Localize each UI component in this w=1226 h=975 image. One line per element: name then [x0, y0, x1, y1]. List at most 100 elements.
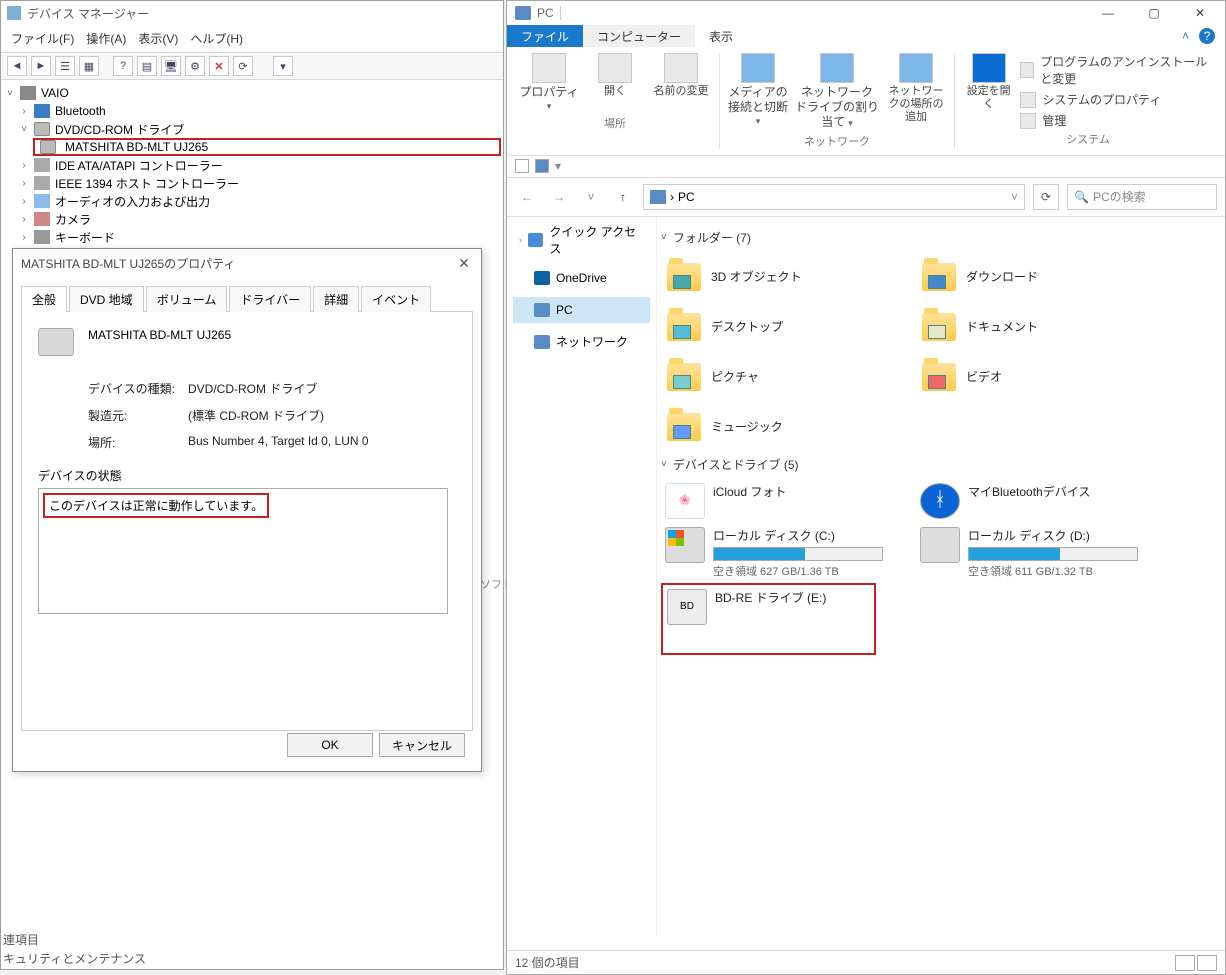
folder-item[interactable]: ダウンロード: [916, 252, 1171, 302]
ribbon-manage[interactable]: 管理: [1020, 112, 1213, 129]
drive-item[interactable]: BDBD-RE ドライブ (E:): [661, 583, 876, 655]
folder-item[interactable]: ドキュメント: [916, 302, 1171, 352]
ribbon-add-location[interactable]: ネットワークの場所の追加: [886, 53, 946, 131]
tree-item-1394[interactable]: › IEEE 1394 ホスト コントローラー: [17, 174, 501, 192]
chevron-right-icon[interactable]: ›: [17, 232, 31, 243]
chevron-right-icon[interactable]: ›: [17, 196, 31, 207]
tree-item-audio[interactable]: › オーディオの入力および出力: [17, 192, 501, 210]
tree-root-row[interactable]: ˅ VAIO: [3, 84, 501, 102]
search-input[interactable]: 🔍 PCの検索: [1067, 184, 1217, 210]
sidebar-item-pc[interactable]: PC: [513, 297, 650, 323]
folder-item[interactable]: 3D オブジェクト: [661, 252, 916, 302]
chevron-right-icon[interactable]: ›: [17, 178, 31, 189]
tree-item-matshita[interactable]: MATSHITA BD-MLT UJ265: [33, 138, 501, 156]
update-icon[interactable]: ⚙: [185, 56, 205, 76]
ribbon-sysprops[interactable]: システムのプロパティ: [1020, 91, 1213, 108]
close-icon[interactable]: ✕: [455, 254, 473, 272]
refresh-icon[interactable]: ⟳: [233, 56, 253, 76]
ribbon-settings[interactable]: 設定を開く: [963, 53, 1014, 111]
folder-item[interactable]: ミュージック: [661, 402, 916, 452]
qat-paste-icon[interactable]: [535, 159, 549, 173]
ribbon-properties[interactable]: プロパティ▾: [519, 53, 579, 113]
sidebar-item-quickaccess[interactable]: › クイック アクセス: [513, 227, 650, 253]
media-icon: [741, 53, 775, 83]
chevron-right-icon[interactable]: ›: [519, 235, 522, 245]
ribbon-media[interactable]: メディアの接続と切断 ▾: [728, 53, 788, 131]
tab-events[interactable]: イベント: [361, 286, 431, 312]
qat-dropdown-icon[interactable]: ▾: [555, 159, 561, 173]
tab-volume[interactable]: ボリューム: [146, 286, 228, 312]
drive-item[interactable]: ローカル ディスク (D:)空き領域 611 GB/1.32 TB: [916, 523, 1171, 583]
nav-back-icon[interactable]: ←: [515, 185, 539, 209]
help-icon[interactable]: ?: [113, 56, 133, 76]
tab-view[interactable]: 表示: [695, 25, 747, 47]
chevron-down-icon[interactable]: ˅: [17, 124, 31, 135]
tree-item-bluetooth[interactable]: › Bluetooth: [17, 102, 501, 120]
nav-up-icon[interactable]: ↑: [611, 185, 635, 209]
view-details-icon[interactable]: [1175, 955, 1195, 971]
tab-dvdregion[interactable]: DVD 地域: [69, 286, 144, 312]
chevron-down-icon[interactable]: ˅: [1011, 190, 1018, 204]
pd-titlebar: MATSHITA BD-MLT UJ265のプロパティ ✕: [13, 249, 481, 277]
ribbon-uninstall[interactable]: プログラムのアンインストールと変更: [1020, 53, 1213, 87]
tab-general[interactable]: 全般: [21, 286, 67, 312]
pd-tabs: 全般 DVD 地域 ボリューム ドライバー 詳細 イベント: [13, 285, 481, 311]
tree-item-ide[interactable]: › IDE ATA/ATAPI コントローラー: [17, 156, 501, 174]
drive-item[interactable]: 🌸iCloud フォト: [661, 479, 916, 523]
folder-item[interactable]: ピクチャ: [661, 352, 916, 402]
chevron-down-icon[interactable]: ˅: [3, 88, 17, 99]
properties-icon[interactable]: ▤: [137, 56, 157, 76]
address-bar[interactable]: › PC ˅: [643, 184, 1025, 210]
section-header-folders[interactable]: ˅ フォルダー (7): [661, 229, 1221, 246]
tree-item-keyboard[interactable]: › キーボード: [17, 228, 501, 246]
filter-icon[interactable]: ▾: [273, 56, 293, 76]
refresh-icon[interactable]: ⟳: [1033, 184, 1059, 210]
menu-help[interactable]: ヘルプ(H): [186, 28, 247, 49]
show-hide-icon[interactable]: ☰: [55, 56, 75, 76]
sidebar-item-network[interactable]: ネットワーク: [513, 329, 650, 355]
chevron-right-icon[interactable]: ›: [17, 106, 31, 117]
network-icon: [534, 335, 550, 349]
drive-item[interactable]: ローカル ディスク (C:)空き領域 627 GB/1.36 TB: [661, 523, 916, 583]
ribbon-open[interactable]: 開く: [585, 53, 645, 113]
folder-icon: [665, 360, 703, 394]
folder-label: ミュージック: [711, 418, 783, 435]
tab-computer[interactable]: コンピューター: [583, 25, 695, 47]
details-icon[interactable]: ▦: [79, 56, 99, 76]
back-icon[interactable]: ◄: [7, 56, 27, 76]
ribbon-map-drive[interactable]: ネットワーク ドライブの割り当て ▾: [794, 53, 880, 131]
folder-item[interactable]: デスクトップ: [661, 302, 916, 352]
tab-driver[interactable]: ドライバー: [229, 286, 311, 312]
ribbon: プロパティ▾ 開く 名前の変更 場所 メディアの接続と切断 ▾: [507, 47, 1225, 156]
device-status-textarea[interactable]: このデバイスは正常に動作しています。: [38, 488, 448, 614]
scan-icon[interactable]: 🖥: [161, 56, 181, 76]
tab-details[interactable]: 詳細: [313, 286, 359, 312]
tab-file[interactable]: ファイル: [507, 25, 583, 47]
menu-view[interactable]: 表示(V): [134, 28, 182, 49]
maximize-icon[interactable]: ▢: [1131, 2, 1177, 24]
chevron-right-icon[interactable]: ›: [17, 214, 31, 225]
folder-item[interactable]: ビデオ: [916, 352, 1171, 402]
tree-item-dvd[interactable]: ˅ DVD/CD-ROM ドライブ: [17, 120, 501, 138]
cancel-button[interactable]: キャンセル: [379, 733, 465, 757]
forward-icon[interactable]: ►: [31, 56, 51, 76]
uninstall-icon[interactable]: ✕: [209, 56, 229, 76]
chevron-right-icon[interactable]: ›: [17, 160, 31, 171]
menu-action[interactable]: 操作(A): [82, 28, 130, 49]
help-icon[interactable]: ?: [1199, 28, 1215, 44]
view-large-icon[interactable]: [1197, 955, 1217, 971]
qat-checkbox[interactable]: [515, 159, 529, 173]
menu-file[interactable]: ファイル(F): [7, 28, 78, 49]
tree-item-camera[interactable]: › カメラ: [17, 210, 501, 228]
section-header-drives[interactable]: ˅ デバイスとドライブ (5): [661, 456, 1221, 473]
sidebar-item-onedrive[interactable]: OneDrive: [513, 265, 650, 291]
nav-forward-icon[interactable]: →: [547, 185, 571, 209]
ok-button[interactable]: OK: [287, 733, 373, 757]
nav-recent-icon[interactable]: ˅: [579, 185, 603, 209]
ribbon-rename[interactable]: 名前の変更: [651, 53, 711, 113]
ribbon-group-system: 設定を開く プログラムのアンインストールと変更 システムのプロパティ 管理: [955, 53, 1221, 149]
ribbon-collapse-icon[interactable]: ˄: [1182, 29, 1189, 43]
drive-item[interactable]: ᚼマイBluetoothデバイス: [916, 479, 1171, 523]
minimize-icon[interactable]: —: [1085, 2, 1131, 24]
close-icon[interactable]: ✕: [1177, 2, 1223, 24]
